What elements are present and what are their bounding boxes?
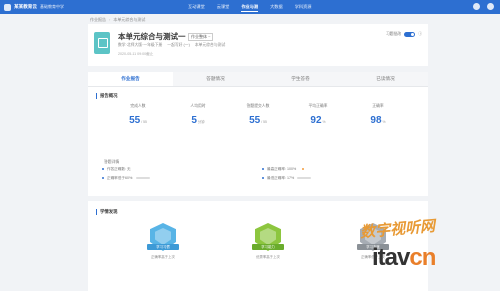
nav-item-homework[interactable]: 作业与测 [241,4,259,12]
stat-value: 98% [348,115,408,126]
tab-answers[interactable]: 答题情况 [173,72,258,86]
detail-text: 正确率低于60%: [107,176,134,180]
bullet-icon [102,177,104,180]
detail-text: 最高正确率: 100% [267,167,297,171]
shield-inner [260,228,276,245]
detail-text: 作答正确数: 无 [107,167,131,171]
tab-student-papers[interactable]: 学生答卷 [258,72,343,86]
report-tabs: 作业报告 答题情况 学生答卷 已读情况 [88,72,428,87]
detail-item: 最低正确率: 17% [262,176,422,181]
blurred-names [297,176,312,180]
section-title-findings: 学情发现 [96,209,118,215]
stat-number: 5 [191,115,197,126]
detail-item: 作答正确数: 无 [102,167,262,172]
nav-item-resources[interactable]: 学科资源 [295,4,312,12]
badge-habit[interactable]: 学习习惯 正确率高于上次 [138,223,188,259]
detail-item: 最高正确率: 100% [262,167,422,172]
assignment-type-dropdown[interactable]: 作业整体 ~ [188,33,214,41]
detail-list: 作答正确数: 无 最高正确率: 100% 正确率低于60%: 最低正确率: 17… [102,167,422,181]
stat-label: 平均正确率 [308,104,328,108]
report-card: 作业报告 答题情况 学生答卷 已读情况 报告概况 完成人数 55/ 55 人均用… [88,72,428,196]
logo-icon [4,3,11,11]
meta-unit: 本单元综合与测试 [194,43,226,47]
blurred-names [136,176,151,180]
grading-toggle-wrap: 习题批改 ⓘ [386,32,422,37]
nav-item-cloud-class[interactable]: 云课堂 [217,4,230,12]
brand-sub: 基础教育中学 [39,4,64,9]
watermark-logo: itavcn [372,244,436,272]
stat-number: 98 [370,115,382,126]
stat-value: 92% [288,115,348,126]
stat-avg-accuracy: 平均正确率 92% [288,104,348,126]
badge-desc: 正确率高于上次 [151,255,175,259]
badge-ribbon: 学习习惯 [147,244,179,250]
meta-class: 一起写好 (一) [167,43,190,47]
stat-label: 完成人数 [130,104,146,108]
nav-item-big-data[interactable]: 大数据 [270,4,283,12]
stat-label: 正确率 [372,104,384,108]
stat-accuracy: 正确率 98% [348,104,408,126]
nav-item-interactive-class[interactable]: 互动课堂 [188,4,205,12]
stat-value: 5分钟 [168,115,228,126]
stat-number: 55 [129,115,141,126]
toggle-label: 习题批改 [386,32,402,36]
badge-ribbon: 学习能力 [252,244,284,250]
stat-value: 55/ 55 [108,115,168,126]
bullet-icon [262,168,264,171]
section-title-overview: 报告概况 [96,93,118,99]
meta-textbook: 数学·北师大版·一年级下册 [118,43,163,47]
assignment-title: 本单元综合与测试一 [118,32,186,41]
stat-completed: 完成人数 55/ 55 [108,104,168,126]
top-right-actions [473,3,494,10]
stat-unit: % [322,120,326,124]
stat-submitted: 答题提交人数 55/ 55 [228,104,288,126]
stat-number: 55 [249,115,261,126]
top-navigation-bar: 某某教育云 基础教育中学 互动课堂 云课堂 作业与测 大数据 学科资源 [0,0,500,14]
stat-avg-time: 人均用时 5分钟 [168,104,228,126]
info-icon[interactable]: ⓘ [418,32,422,37]
shield-inner [155,228,171,245]
badge-desc: 优秀率高于上次 [256,255,280,259]
badge-ability[interactable]: 学习能力 优秀率高于上次 [243,223,293,259]
assignment-header: 本单元综合与测试一 作业整体 ~ 数学·北师大版·一年级下册 一起写好 (一) … [88,24,428,66]
detail-item: 正确率低于60%: [102,176,262,181]
stat-unit: 分钟 [197,120,205,124]
notification-icon[interactable] [473,3,480,10]
watermark-cn: cn [409,244,436,271]
stat-number: 92 [310,115,322,126]
avatar[interactable] [487,3,494,10]
brand-name: 某某教育云 [14,4,37,9]
assignment-meta: 数学·北师大版·一年级下册 一起写好 (一) 本单元综合与测试 [118,43,225,48]
assignment-date: 2020-05-11 09:00截止 [118,52,154,56]
detail-text: 最低正确率: 17% [267,176,295,180]
stat-label: 人均用时 [190,104,206,108]
breadcrumb: 作业报告 › 本单元综合与测试 [90,17,145,23]
detail-title: 答题详情 [104,160,120,164]
breadcrumb-separator: › [109,17,111,22]
stat-unit: / 55 [141,120,147,124]
bullet-icon [102,168,104,171]
tab-report[interactable]: 作业报告 [88,72,173,86]
stat-unit: % [382,120,386,124]
main-nav: 互动课堂 云课堂 作业与测 大数据 学科资源 [188,4,311,12]
grading-toggle[interactable] [404,32,416,37]
stat-label: 答题提交人数 [246,104,270,108]
tab-read-status[interactable]: 已读情况 [343,72,428,86]
stat-value: 55/ 55 [228,115,288,126]
warning-icon [302,168,305,171]
bullet-icon [262,177,264,180]
watermark-itav: itav [372,244,410,271]
book-icon [94,32,110,54]
breadcrumb-item-report[interactable]: 作业报告 [90,17,106,23]
breadcrumb-item-current: 本单元综合与测试 [113,17,146,22]
stat-unit: / 55 [261,120,267,124]
stats-row: 完成人数 55/ 55 人均用时 5分钟 答题提交人数 55/ 55 平均正确率… [108,104,408,126]
brand[interactable]: 某某教育云 基础教育中学 [4,3,64,11]
